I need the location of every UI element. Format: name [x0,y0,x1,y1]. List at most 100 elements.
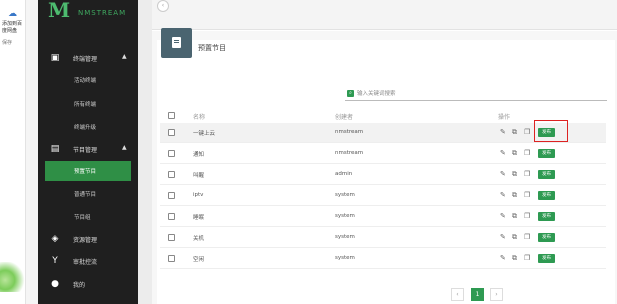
edit-icon[interactable]: ✎ [500,128,506,136]
row-checkbox[interactable] [168,150,175,157]
row-checkbox[interactable] [168,255,175,262]
sidebar-item-terminal-mgmt[interactable]: ▣ 终端管理 ▲ [38,48,138,68]
row-checkbox[interactable] [168,192,175,199]
logo-mark: M [48,0,71,22]
row-checkbox[interactable] [168,171,175,178]
sidebar-subitem-label: 节目组 [74,215,91,221]
sidebar-subitem-normal-programs[interactable]: 普通节目 [38,184,138,204]
duplicate-icon[interactable]: ❐ [524,212,530,220]
edit-icon[interactable]: ✎ [500,170,506,178]
copy-icon[interactable]: ⧉ [512,254,517,262]
sidebar-subitem-preset-programs[interactable]: 预置节目 [45,161,131,181]
save-to-baidu-label-2[interactable]: 度网盘 [2,28,17,34]
highlight-annotation [534,120,568,142]
sidebar-subitem-label: 活动终端 [74,78,97,84]
sidebar-item-label: 我的 [73,282,86,289]
search-bar: ⌕ [345,88,607,101]
edit-icon[interactable]: ✎ [500,191,506,199]
column-header-operations: 操作 [498,114,511,121]
collapse-sidebar-button[interactable]: ‹ [157,0,169,12]
sidebar-item-label: 审批控流 [73,259,98,266]
column-header-name: 名称 [193,114,206,121]
copy-icon[interactable]: ⧉ [512,170,517,178]
duplicate-icon[interactable]: ❐ [524,254,530,262]
sidebar-item-label: 节目管理 [73,147,98,154]
sidebar-item-label: 终端管理 [73,56,98,63]
edit-icon[interactable]: ✎ [500,233,506,241]
search-input[interactable] [357,89,597,99]
row-checkbox[interactable] [168,213,175,220]
sidebar-item-mine[interactable]: ● 我的 [38,274,138,294]
creator-cell: system [335,192,355,198]
logo: M NMSTREAM [48,0,138,24]
pagination-page-1[interactable]: 1 [471,288,484,301]
gutter [26,0,38,304]
sidebar-item-program-mgmt[interactable]: ▤ 节目管理 ▲ [38,139,138,159]
browser-extension-strip: ☁ 添加到百 度网盘 保存 [0,0,26,304]
sidebar-subitem-label: 普通节目 [74,192,97,198]
duplicate-icon[interactable]: ❐ [524,128,530,136]
duplicate-icon[interactable]: ❐ [524,170,530,178]
edit-icon[interactable]: ✎ [500,254,506,262]
duplicate-icon[interactable]: ❐ [524,233,530,241]
edit-icon[interactable]: ✎ [500,212,506,220]
copy-icon[interactable]: ⧉ [512,128,517,136]
creator-cell: nmstream [335,129,364,135]
program-name-cell: 睡眠 [193,215,205,221]
sidebar-subitem-program-groups[interactable]: 节目组 [38,207,138,227]
sidebar-divider [138,0,152,304]
row-checkbox[interactable] [168,234,175,241]
sidebar-item-approval-flow[interactable]: Y 审批控流 [38,251,138,271]
publish-button[interactable]: 发布 [538,254,555,263]
creator-cell: admin [335,171,353,177]
top-bar: ‹ [152,0,617,30]
program-name-cell: 叫醒 [193,173,205,179]
cloud-icon[interactable]: ☁ [8,10,18,19]
sidebar-subitem-active-terminals[interactable]: 活动终端 [38,70,138,90]
page-title: 预置节目 [198,44,226,52]
program-name-cell: 空闲 [193,257,205,263]
sidebar-subitem-terminal-upgrade[interactable]: 终端升级 [38,117,138,137]
program-name-cell: iptv [193,192,204,198]
copy-icon[interactable]: ⧉ [512,233,517,241]
copy-icon[interactable]: ⧉ [512,149,517,157]
chevron-up-icon: ▲ [122,144,127,151]
duplicate-icon[interactable]: ❐ [524,149,530,157]
sidebar-subitem-label: 所有终端 [74,102,97,108]
resource-icon: ◈ [51,234,59,244]
screen-icon: ▤ [50,144,60,154]
save-label[interactable]: 保存 [2,40,12,46]
publish-button[interactable]: 发布 [538,170,555,179]
logo-text: NMSTREAM [78,9,127,17]
sidebar: M NMSTREAM ▣ 终端管理 ▲ 活动终端 所有终端 终端升级 ▤ 节目管… [38,0,138,304]
select-all-checkbox[interactable] [168,112,175,119]
leaf-decoration [0,262,26,292]
publish-button[interactable]: 发布 [538,149,555,158]
column-header-creator: 创建者 [335,114,354,121]
sidebar-subitem-all-terminals[interactable]: 所有终端 [38,94,138,114]
save-to-baidu-label[interactable]: 添加到百 [2,21,22,27]
program-name-cell: 一键上云 [193,131,216,137]
sidebar-item-label: 资源管理 [73,237,98,244]
creator-cell: nmstream [335,150,364,156]
creator-cell: system [335,234,355,240]
sidebar-subitem-label: 终端升级 [74,125,97,131]
program-name-cell: 关机 [193,236,205,242]
duplicate-icon[interactable]: ❐ [524,191,530,199]
search-icon[interactable]: ⌕ [347,90,354,97]
publish-button[interactable]: 发布 [538,191,555,200]
user-icon: ● [51,279,59,289]
sidebar-subitem-label: 预置节目 [74,169,97,175]
chevron-up-icon: ▲ [122,53,127,60]
row-checkbox[interactable] [168,129,175,136]
copy-icon[interactable]: ⧉ [512,191,517,199]
pagination-prev-button[interactable]: ‹ [451,288,464,301]
copy-icon[interactable]: ⧉ [512,212,517,220]
publish-button[interactable]: 发布 [538,212,555,221]
flow-icon: Y [52,256,58,266]
publish-button[interactable]: 发布 [538,233,555,242]
edit-icon[interactable]: ✎ [500,149,506,157]
creator-cell: system [335,213,355,219]
pagination-next-button[interactable]: › [490,288,503,301]
sidebar-item-resource-mgmt[interactable]: ◈ 资源管理 [38,229,138,249]
